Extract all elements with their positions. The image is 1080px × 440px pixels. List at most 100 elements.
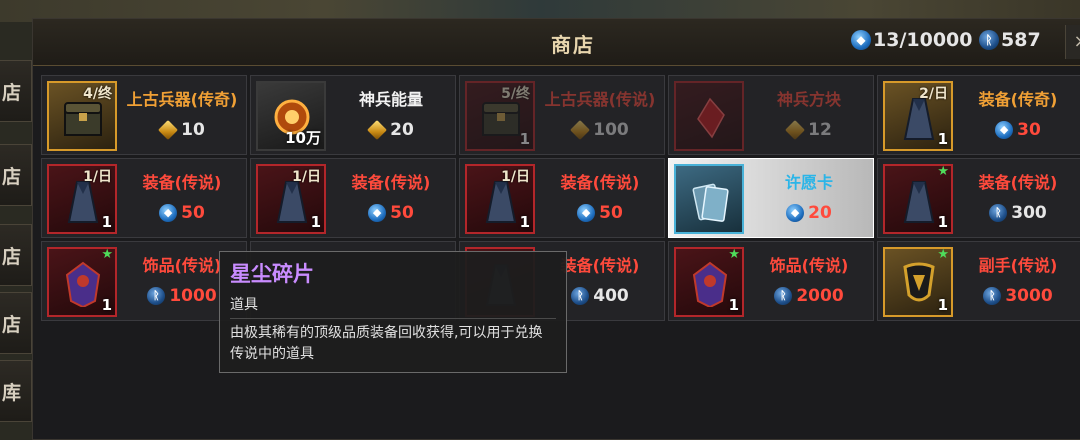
item-icon-frame: 1/日 1	[465, 164, 535, 234]
blue-crystal-icon: ◆	[159, 204, 178, 222]
item-price-value: 12	[808, 120, 832, 140]
shop-title: 商店	[551, 33, 595, 57]
gold-shard-icon	[367, 120, 388, 140]
shop-panel: 商店 ◆ 13/10000 ᚱ 587 × 4/终上古兵器(传奇) 10 10万 神兵…	[32, 18, 1080, 440]
close-icon[interactable]: ×	[1065, 25, 1080, 59]
gold-shard-icon	[158, 120, 179, 140]
item-price: 100	[538, 120, 662, 140]
star-icon: ★	[937, 164, 949, 179]
purchase-limit: 4/终	[83, 86, 112, 102]
item-icon-frame: 10万	[256, 81, 326, 151]
wish-card-icon	[690, 178, 730, 224]
item-name: 装备(传说)	[142, 173, 222, 192]
item-icon-frame	[674, 164, 744, 234]
item-icon-frame: 1/日 1	[47, 164, 117, 234]
item-quantity: 10万	[285, 129, 321, 147]
item-price-value: 10	[181, 120, 205, 140]
item-name: 上古兵器(传奇)	[126, 90, 238, 109]
gold-shard-icon	[785, 120, 806, 140]
tooltip-title: 星尘碎片	[230, 262, 314, 286]
item-price: ᚱ 2000	[747, 286, 871, 306]
item-price: ᚱ 300	[956, 203, 1080, 223]
item-name: 装备(传说)	[351, 173, 431, 192]
item-icon-frame	[674, 81, 744, 151]
item-price-value: 2000	[796, 286, 844, 306]
shop-item-cell[interactable]: 神兵方块 12	[668, 75, 874, 155]
item-name: 上古兵器(传说)	[544, 90, 656, 109]
shop-item-cell[interactable]: ★ 1 饰品(传说) ᚱ 1000	[41, 241, 247, 321]
item-quantity: 1	[937, 213, 948, 231]
item-price: ◆ 50	[538, 203, 662, 223]
tooltip-type: 道具	[230, 294, 556, 319]
shop-item-cell[interactable]: 5/终 1 上古兵器(传说) 100	[459, 75, 665, 155]
item-price: ◆ 30	[956, 120, 1080, 140]
purchase-limit: 2/日	[919, 86, 948, 102]
currency-blue-crystal: ◆ 13/10000	[851, 29, 972, 51]
item-name: 装备(传奇)	[978, 90, 1058, 109]
currency-blue-crystal-value: 13/10000	[873, 29, 973, 51]
shield-icon	[899, 261, 939, 307]
purchase-limit: 1/日	[292, 169, 321, 185]
item-quantity: 1	[101, 213, 112, 231]
item-price-value: 30	[1017, 120, 1041, 140]
item-tooltip: 星尘碎片 道具 由极其稀有的顶级品质装备回收获得,可以用于兑换传说中的道具	[219, 251, 567, 373]
shop-item-cell[interactable]: 2/日 1 装备(传奇) ◆ 30	[877, 75, 1080, 155]
side-tab-0[interactable]: 店	[0, 60, 32, 122]
tooltip-description: 由极其稀有的顶级品质装备回收获得,可以用于兑换传说中的道具	[230, 325, 543, 362]
currency-rune-coin-value: 587	[1001, 29, 1041, 51]
item-price-value: 50	[599, 203, 623, 223]
star-icon: ★	[937, 247, 949, 262]
shop-header: 商店 ◆ 13/10000 ᚱ 587 ×	[33, 19, 1080, 66]
shop-item-cell[interactable]: ★ 1 饰品(传说) ᚱ 2000	[668, 241, 874, 321]
item-price-value: 20	[808, 203, 832, 223]
item-price-value: 20	[390, 120, 414, 140]
rune-coin-icon: ᚱ	[147, 287, 166, 305]
rune-coin-icon: ᚱ	[983, 287, 1002, 305]
item-name: 装备(传说)	[560, 173, 640, 192]
shop-item-cell[interactable]: 许愿卡 ◆ 20	[668, 158, 874, 238]
item-name: 神兵能量	[358, 90, 423, 109]
item-quantity: 1	[519, 130, 530, 148]
item-price: 10	[120, 120, 244, 140]
item-price-value: 1000	[169, 286, 217, 306]
item-price-value: 100	[593, 120, 629, 140]
item-name: 副手(传说)	[978, 256, 1058, 275]
shop-item-cell[interactable]: 1/日 1 装备(传说) ◆ 50	[250, 158, 456, 238]
rune-coin-icon: ᚱ	[989, 204, 1008, 222]
robe-icon	[899, 178, 939, 224]
item-price-value: 400	[593, 286, 629, 306]
item-price: ᚱ 3000	[956, 286, 1080, 306]
purchase-limit: 5/终	[501, 86, 530, 102]
side-tab-3[interactable]: 店	[0, 292, 32, 354]
item-icon-frame: ★ 1	[883, 164, 953, 234]
amulet-icon	[63, 261, 103, 309]
shop-item-cell[interactable]: 1/日 1 装备(传说) ◆ 50	[459, 158, 665, 238]
side-tab-4[interactable]: 库	[0, 360, 32, 422]
shop-item-cell[interactable]: 1/日 1 装备(传说) ◆ 50	[41, 158, 247, 238]
item-quantity: 1	[937, 296, 948, 314]
item-icon-frame: ★ 1	[883, 247, 953, 317]
shop-item-cell[interactable]: ★ 1 副手(传说) ᚱ 3000	[877, 241, 1080, 321]
star-icon: ★	[728, 247, 740, 262]
side-tab-1[interactable]: 店	[0, 144, 32, 206]
item-icon-frame: ★ 1	[674, 247, 744, 317]
shop-item-cell[interactable]: 4/终 上古兵器(传奇) 10	[41, 75, 247, 155]
blue-crystal-icon: ◆	[786, 204, 805, 222]
item-price-value: 3000	[1005, 286, 1053, 306]
blue-crystal-icon: ◆	[577, 204, 596, 222]
side-tab-2[interactable]: 店	[0, 224, 32, 286]
item-icon-frame: ★ 1	[47, 247, 117, 317]
star-icon: ★	[101, 247, 113, 262]
item-price: 12	[747, 120, 871, 140]
purchase-limit: 1/日	[83, 169, 112, 185]
red-crystal-icon	[690, 95, 730, 141]
item-price: ◆ 50	[329, 203, 453, 223]
shop-item-cell[interactable]: ★ 1 装备(传说) ᚱ 300	[877, 158, 1080, 238]
item-price-value: 50	[390, 203, 414, 223]
currency-rune-coin: ᚱ 587	[979, 29, 1041, 51]
item-quantity: 1	[519, 213, 530, 231]
shop-item-cell[interactable]: 10万 神兵能量 20	[250, 75, 456, 155]
item-name: 神兵方块	[776, 90, 841, 109]
blue-crystal-icon: ◆	[368, 204, 387, 222]
item-icon-frame: 1/日 1	[256, 164, 326, 234]
